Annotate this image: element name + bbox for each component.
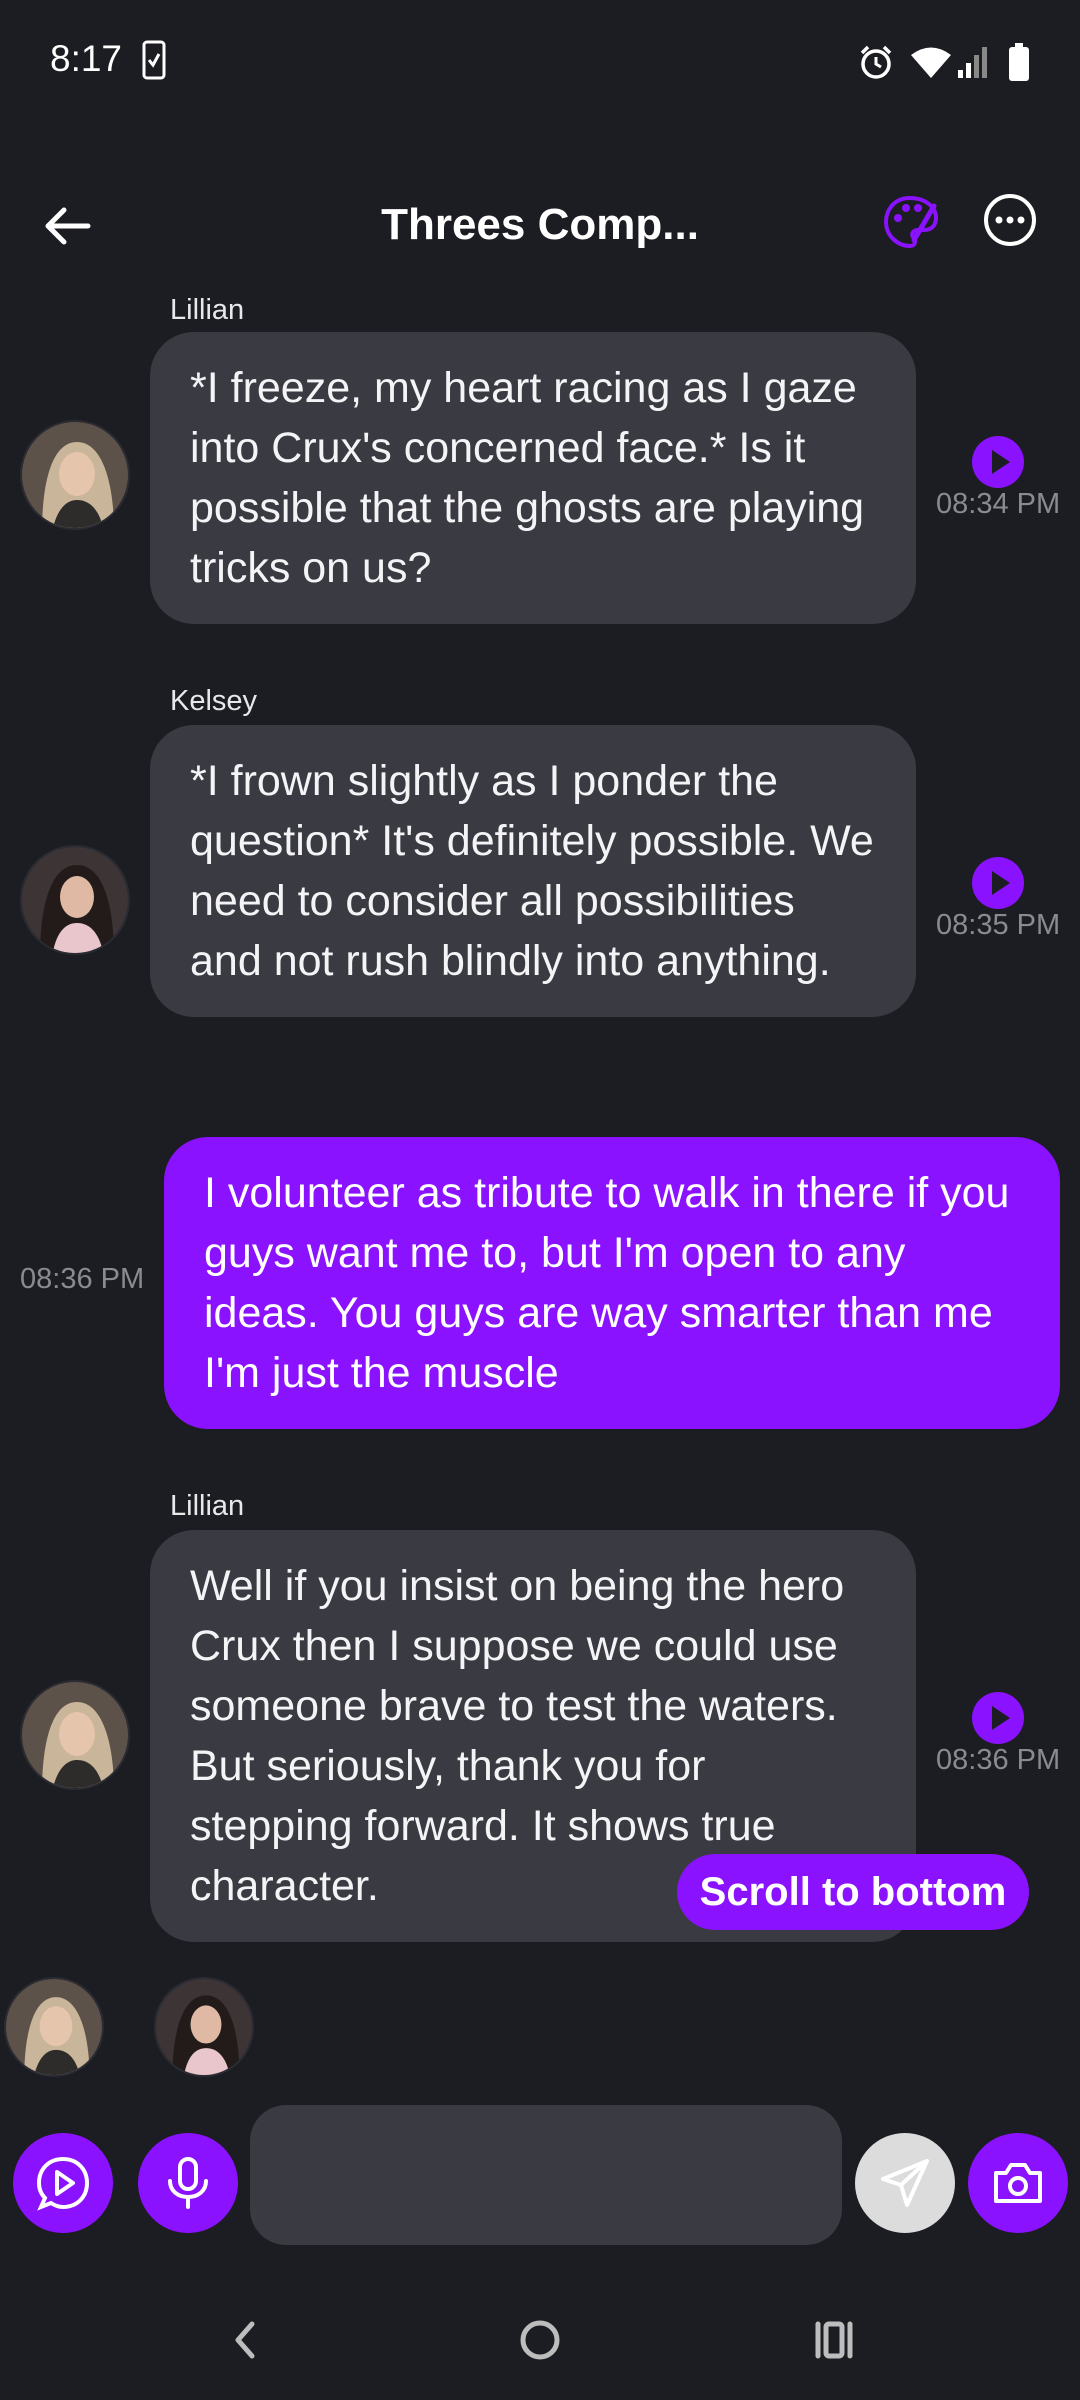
more-icon	[984, 194, 1036, 246]
message-row: Lillian *I freeze, my heart racing as I …	[0, 290, 1080, 630]
send-icon	[881, 2159, 929, 2207]
nav-home-button[interactable]	[500, 2310, 580, 2370]
nav-back-icon	[235, 2321, 255, 2359]
theme-button[interactable]	[880, 192, 940, 252]
message-time: 08:36 PM	[936, 1744, 1061, 1776]
sender-name: Lillian	[170, 294, 245, 326]
message-bubble[interactable]: *I freeze, my heart racing as I gaze int…	[150, 332, 916, 624]
play-audio-button[interactable]	[972, 857, 1024, 909]
system-nav-bar	[0, 2290, 1080, 2400]
avatar[interactable]	[20, 420, 130, 530]
microphone-button[interactable]	[138, 2133, 238, 2233]
nav-home-icon	[520, 2320, 560, 2360]
message-row: Kelsey *I frown slightly as I ponder the…	[0, 685, 1080, 1085]
sender-name: Kelsey	[170, 685, 258, 717]
participant-avatar[interactable]	[4, 1977, 104, 2077]
message-composer	[0, 2100, 1080, 2260]
more-options-button[interactable]	[982, 192, 1038, 248]
message-row: 08:36 PM I volunteer as tribute to walk …	[0, 1135, 1080, 1435]
play-chat-icon	[36, 2156, 90, 2211]
wifi-icon	[911, 47, 951, 78]
camera-button[interactable]	[968, 2133, 1068, 2233]
participant-avatar[interactable]	[154, 1977, 254, 2077]
play-audio-button[interactable]	[972, 1692, 1024, 1744]
nav-back-button[interactable]	[206, 2310, 286, 2370]
palette-icon	[883, 195, 939, 249]
microphone-icon	[168, 2157, 208, 2209]
back-arrow-icon	[45, 207, 91, 245]
message-time: 08:35 PM	[936, 909, 1061, 941]
scroll-to-bottom-button[interactable]: Scroll to bottom	[677, 1854, 1029, 1930]
status-time: 8:17	[50, 38, 123, 79]
message-time: 08:36 PM	[20, 1263, 145, 1295]
my-message-bubble[interactable]: I volunteer as tribute to walk in there …	[164, 1137, 1060, 1429]
back-button[interactable]	[36, 198, 100, 254]
chat-header: Threes Comp...	[0, 170, 1080, 280]
chat-title[interactable]: Threes Comp...	[300, 200, 780, 250]
camera-icon	[994, 2163, 1042, 2203]
avatar[interactable]	[20, 845, 130, 955]
send-button[interactable]	[855, 2133, 955, 2233]
avatar[interactable]	[20, 1680, 130, 1790]
avatar-lillian-image	[22, 422, 128, 528]
sim-icon	[142, 40, 166, 80]
battery-icon	[1009, 43, 1029, 81]
message-input[interactable]	[250, 2105, 842, 2245]
signal-icon	[958, 47, 987, 78]
nav-recents-icon	[815, 2321, 853, 2359]
participant-kelsey-image	[156, 1979, 252, 2075]
message-bubble[interactable]: *I frown slightly as I ponder the questi…	[150, 725, 916, 1017]
avatar-lillian-image	[22, 1682, 128, 1788]
sender-name: Lillian	[170, 1490, 245, 1522]
status-bar: 8:17	[0, 0, 1080, 126]
participant-lillian-image	[6, 1979, 102, 2075]
alarm-icon	[860, 45, 892, 79]
avatar-kelsey-image	[22, 847, 128, 953]
play-chat-button[interactable]	[13, 2133, 113, 2233]
play-audio-button[interactable]	[972, 436, 1024, 488]
nav-recents-button[interactable]	[794, 2310, 874, 2370]
message-time: 08:34 PM	[936, 488, 1061, 520]
